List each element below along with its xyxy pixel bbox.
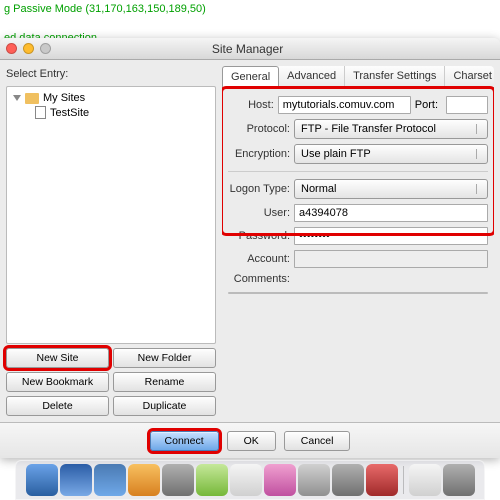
disclosure-triangle-icon[interactable]	[13, 95, 21, 101]
new-folder-button[interactable]: New Folder	[113, 348, 216, 368]
password-input[interactable]	[294, 227, 488, 245]
host-label: Host:	[228, 99, 274, 111]
tree-item-label: TestSite	[50, 107, 89, 119]
port-label: Port:	[415, 99, 438, 111]
dock-app-camino[interactable]	[196, 464, 228, 496]
dock[interactable]	[15, 460, 485, 500]
comments-input[interactable]	[228, 292, 488, 294]
port-input[interactable]	[446, 96, 488, 114]
site-manager-window: Site Manager Select Entry: My Sites Test…	[0, 38, 500, 458]
close-icon[interactable]	[6, 43, 17, 54]
window-title: Site Manager	[51, 42, 444, 56]
zoom-icon[interactable]	[40, 43, 51, 54]
tab-transfer[interactable]: Transfer Settings	[345, 66, 445, 87]
dock-app-appstore[interactable]	[332, 464, 364, 496]
tree-root-label: My Sites	[43, 92, 85, 104]
protocol-label: Protocol:	[228, 123, 290, 135]
logon-type-select[interactable]: Normal	[294, 179, 488, 199]
dock-app-preferences[interactable]	[162, 464, 194, 496]
duplicate-button[interactable]: Duplicate	[113, 396, 216, 416]
user-input[interactable]	[294, 204, 488, 222]
tab-bar: General Advanced Transfer Settings Chars…	[222, 66, 494, 88]
new-site-button[interactable]: New Site	[6, 348, 109, 368]
tab-advanced[interactable]: Advanced	[279, 66, 345, 87]
dock-app-terminal[interactable]	[298, 464, 330, 496]
host-input[interactable]	[278, 96, 411, 114]
protocol-select[interactable]: FTP - File Transfer Protocol	[294, 119, 488, 139]
tab-general[interactable]: General	[222, 66, 279, 88]
dock-app-mail[interactable]	[60, 464, 92, 496]
window-controls	[6, 43, 51, 54]
encryption-label: Encryption:	[228, 148, 290, 160]
dock-app-safari[interactable]	[94, 464, 126, 496]
dock-app-textedit[interactable]	[230, 464, 262, 496]
site-tree[interactable]: My Sites TestSite	[6, 86, 216, 344]
tree-root[interactable]: My Sites	[11, 91, 211, 105]
dock-app-ichat[interactable]	[128, 464, 160, 496]
logon-type-label: Logon Type:	[228, 183, 290, 195]
comments-label: Comments:	[228, 273, 290, 285]
account-label: Account:	[228, 253, 290, 265]
new-bookmark-button[interactable]: New Bookmark	[6, 372, 109, 392]
ok-button[interactable]: OK	[227, 431, 276, 451]
cancel-button[interactable]: Cancel	[284, 431, 351, 451]
tab-charset[interactable]: Charset	[445, 66, 494, 87]
user-label: User:	[228, 207, 290, 219]
dock-folder[interactable]	[409, 464, 441, 496]
folder-icon	[25, 93, 39, 104]
site-icon	[35, 106, 46, 119]
encryption-select[interactable]: Use plain FTP	[294, 144, 488, 164]
dock-app-finder[interactable]	[26, 464, 58, 496]
dock-trash[interactable]	[443, 464, 475, 496]
dock-app-other[interactable]	[366, 464, 398, 496]
select-entry-label: Select Entry:	[6, 68, 216, 80]
dock-app-itunes[interactable]	[264, 464, 296, 496]
password-label: Password:	[228, 230, 290, 242]
delete-button[interactable]: Delete	[6, 396, 109, 416]
account-input	[294, 250, 488, 268]
dock-separator	[403, 466, 404, 494]
connect-button[interactable]: Connect	[150, 431, 219, 451]
tree-item[interactable]: TestSite	[33, 105, 211, 120]
minimize-icon[interactable]	[23, 43, 34, 54]
rename-button[interactable]: Rename	[113, 372, 216, 392]
titlebar[interactable]: Site Manager	[0, 38, 500, 60]
